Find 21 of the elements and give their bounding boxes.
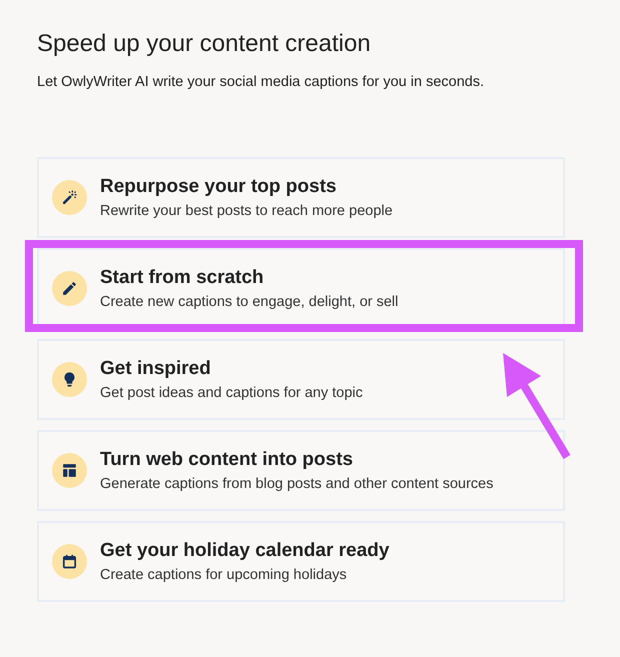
option-description: Rewrite your best posts to reach more people (100, 202, 393, 220)
option-description: Get post ideas and captions for any topic (100, 384, 363, 402)
option-description: Create captions for upcoming holidays (100, 566, 347, 584)
option-description: Create new captions to engage, delight, or sell (100, 292, 398, 312)
lightbulb-icon (52, 362, 87, 397)
layout-icon (52, 453, 87, 488)
option-title: Repurpose your top posts (100, 174, 336, 198)
option-title: Get your holiday calendar ready (100, 538, 390, 562)
option-card[interactable]: Get your holiday calendar ready Create captions for upcoming holidays (37, 521, 565, 602)
page-heading: Speed up your content creation (37, 30, 371, 58)
option-description: Generate captions from blog posts and other content sources (100, 474, 494, 494)
option-title: Start from scratch (100, 266, 264, 290)
option-card[interactable]: Get inspired Get post ideas and captions for any topic (37, 339, 565, 420)
option-title: Turn web content into posts (100, 448, 353, 472)
magic-wand-icon (52, 180, 87, 215)
option-card[interactable]: Repurpose your top posts Rewrite your best posts to reach more people (37, 157, 565, 238)
calendar-icon (52, 544, 87, 579)
pencil-icon (52, 271, 87, 306)
page-subtitle: Let OwlyWriter AI write your social media captions for you in seconds. (37, 73, 484, 92)
option-title: Get inspired (100, 356, 211, 380)
option-card[interactable]: Turn web content into posts Generate captions from blog posts and other content sources (37, 430, 565, 511)
